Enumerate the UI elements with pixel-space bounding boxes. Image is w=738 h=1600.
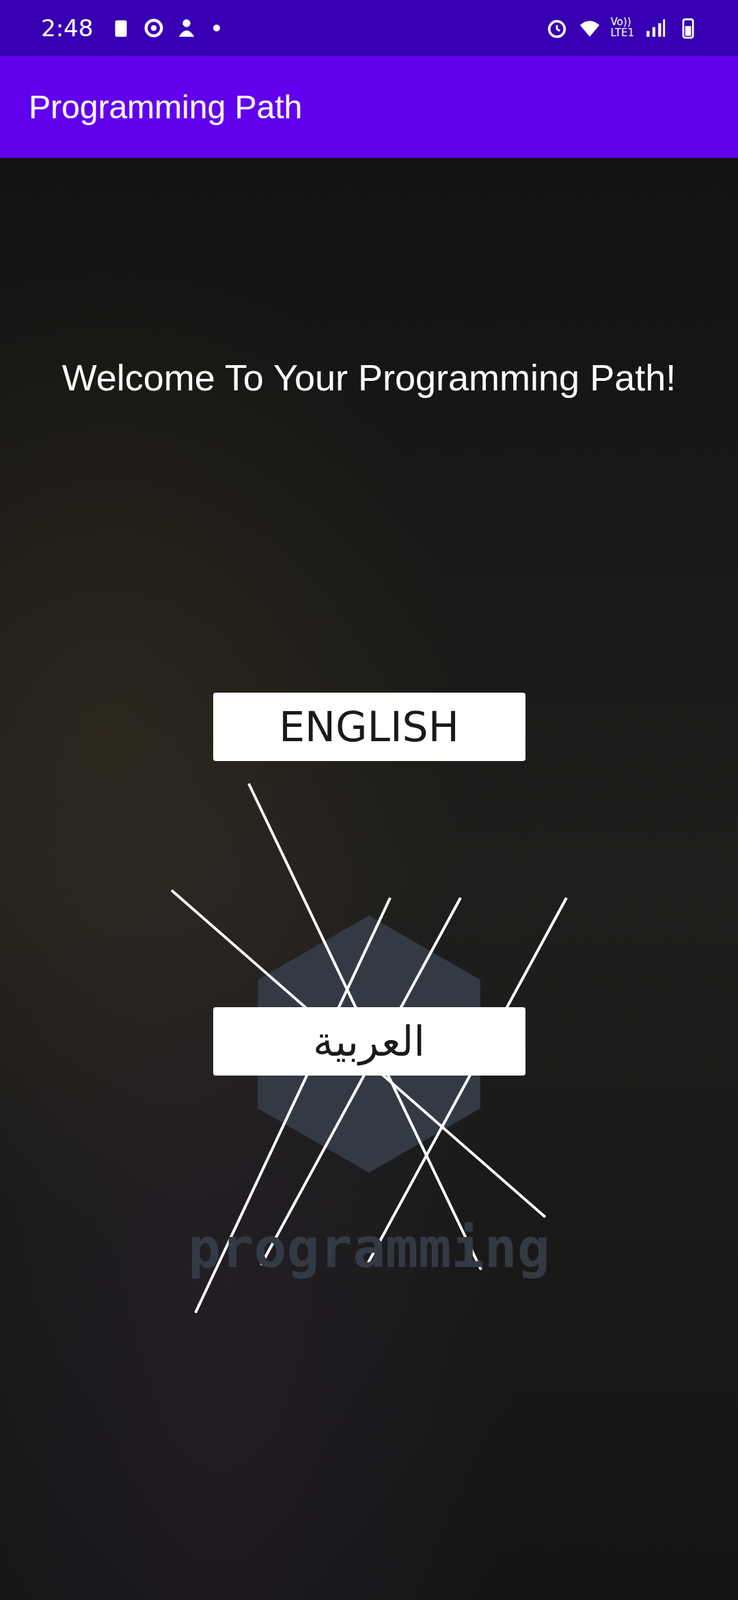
language-button[interactable]: العربية	[213, 1006, 526, 1075]
welcome-text: Welcome To Your Programming Path!	[41, 356, 697, 399]
app-bar: Programming Path	[0, 56, 738, 158]
app-title: Programming Path	[28, 88, 303, 126]
sync-icon	[142, 16, 166, 40]
signal-icon	[643, 16, 667, 40]
wifi-icon	[578, 16, 602, 40]
network-label: Vo))LTE1	[610, 17, 635, 39]
screen: 2:48 Vo))LTE1 Programming Path programmi…	[0, 0, 738, 1599]
status-bar: 2:48 Vo))LTE1	[0, 0, 738, 57]
alarm-icon	[545, 16, 569, 40]
notification-icon	[109, 16, 133, 40]
main-area: programming Welcome To Your Programming …	[0, 157, 738, 1599]
language-button[interactable]: ENGLISH	[213, 692, 526, 761]
logo-text: programming	[0, 1215, 738, 1280]
battery-icon	[676, 16, 700, 40]
person-icon	[174, 16, 199, 40]
status-time: 2:48	[41, 14, 93, 42]
more-dot-icon	[213, 24, 221, 32]
